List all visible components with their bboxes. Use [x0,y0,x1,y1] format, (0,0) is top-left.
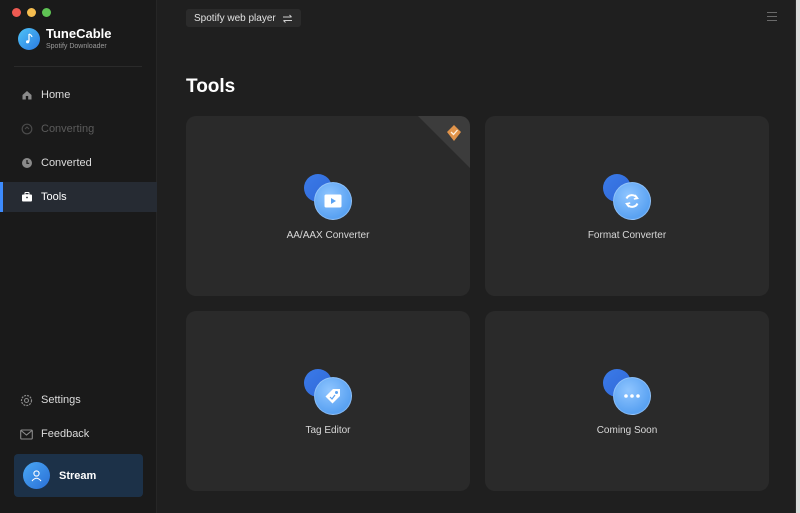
stream-button[interactable]: Stream [14,454,143,497]
sidebar-nav: Home Converting Converted Tools [0,80,157,216]
premium-badge [418,116,470,168]
video-play-icon [304,174,352,220]
sidebar: TuneCable Spotify Downloader Home Conver… [0,0,157,513]
tool-card-aa-aax-converter[interactable]: AA/AAX Converter [186,116,470,296]
close-window-button[interactable] [12,8,21,17]
scrollbar[interactable] [796,0,800,513]
tag-icon [304,369,352,415]
swap-icon [282,14,293,23]
user-avatar-icon [23,462,50,489]
gear-icon [20,394,33,407]
sidebar-item-converted[interactable]: Converted [0,148,157,178]
crown-icon [444,123,464,143]
sidebar-item-settings[interactable]: Settings [0,385,157,415]
hamburger-menu-icon[interactable] [767,12,777,21]
app-window: TuneCable Spotify Downloader Home Conver… [0,0,796,513]
source-selector-button[interactable]: Spotify web player [186,9,301,27]
sidebar-item-label: Converted [41,157,92,169]
sidebar-item-label: Tools [41,191,67,203]
clock-icon [20,157,33,170]
refresh-icon [603,174,651,220]
window-controls [12,8,51,17]
mail-icon [20,428,33,441]
minimize-window-button[interactable] [27,8,36,17]
app-subtitle: Spotify Downloader [46,43,107,50]
sidebar-item-label: Converting [41,123,95,135]
tool-label: Tag Editor [305,425,351,436]
toolbox-icon [20,191,33,204]
sidebar-bottom-nav: Settings Feedback [0,385,157,453]
app-name: TuneCable [46,26,112,41]
source-label: Spotify web player [194,12,276,24]
sidebar-item-converting[interactable]: Converting [0,114,157,144]
sidebar-item-feedback[interactable]: Feedback [0,419,157,449]
divider [14,66,142,67]
maximize-window-button[interactable] [42,8,51,17]
tool-card-format-converter[interactable]: Format Converter [485,116,769,296]
sidebar-item-label: Feedback [41,428,90,440]
brand: TuneCable Spotify Downloader [18,27,112,50]
tool-label: Coming Soon [596,425,658,436]
tool-card-coming-soon[interactable]: Coming Soon [485,311,769,491]
sidebar-item-label: Home [41,89,71,101]
page-title: Tools [186,76,236,97]
tool-label: AA/AAX Converter [286,230,370,241]
stream-label: Stream [59,469,97,482]
home-icon [20,89,33,102]
sidebar-item-tools[interactable]: Tools [0,182,157,212]
tool-label: Format Converter [587,230,667,241]
converting-icon [20,123,33,136]
sidebar-item-label: Settings [41,394,81,406]
sidebar-item-home[interactable]: Home [0,80,157,110]
tool-card-tag-editor[interactable]: Tag Editor [186,311,470,491]
more-dots-icon [603,369,651,415]
tunecable-logo-icon [18,27,40,50]
